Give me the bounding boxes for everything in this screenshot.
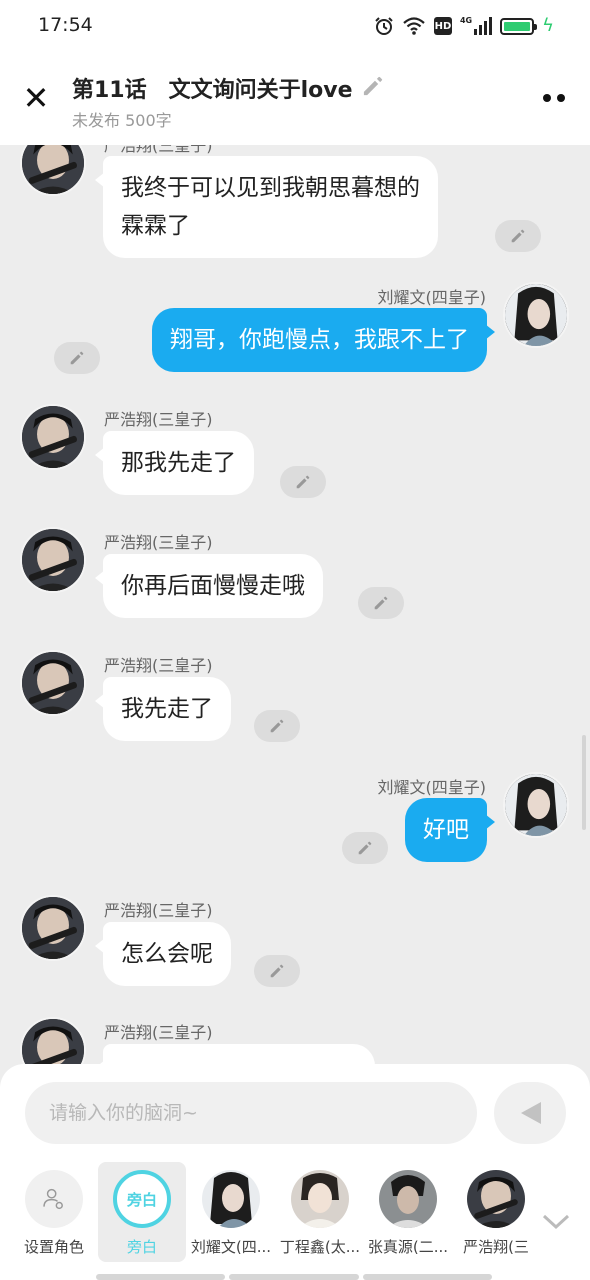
pencil-icon (70, 351, 84, 365)
pencil-icon (296, 475, 310, 489)
avatar (379, 1170, 437, 1228)
role-label: 旁白 (126, 1238, 157, 1256)
avatar (291, 1170, 349, 1228)
status-icons: HD 4G ϟ (374, 14, 554, 38)
avatar (467, 1170, 525, 1228)
send-icon (521, 1102, 541, 1124)
page-title: 第11话 文文询问关于love (72, 78, 353, 103)
avatar[interactable] (20, 1017, 86, 1070)
more-icon (557, 94, 565, 102)
avatar[interactable] (503, 772, 569, 838)
avatar[interactable] (20, 527, 86, 593)
role-label: 刘耀文(四... (190, 1238, 272, 1256)
sender-name: 严浩翔(三皇子) (104, 1023, 213, 1042)
role-character[interactable]: 张真源(二... (364, 1162, 452, 1262)
close-icon: ✕ (22, 79, 50, 117)
sender-name: 刘耀文(四皇子) (377, 288, 487, 307)
sender-name: 刘耀文(四皇子) (377, 778, 487, 797)
message-bubble[interactable]: 怎么会呢 (95, 922, 231, 986)
status-time: 17:54 (38, 14, 93, 36)
pencil-icon (270, 719, 284, 733)
message-bubble[interactable]: 好吧 (405, 798, 495, 862)
avatar[interactable] (503, 282, 569, 348)
send-button[interactable] (494, 1082, 566, 1144)
message-bubble[interactable]: 你再后面慢慢走哦 (95, 554, 323, 618)
message-bubble[interactable]: 我先走了 (95, 677, 231, 741)
avatar[interactable] (20, 895, 86, 961)
close-button[interactable]: ✕ (18, 80, 54, 116)
edit-message-button[interactable] (254, 710, 300, 742)
edit-message-button[interactable] (495, 220, 541, 252)
sender-name: 严浩翔(三皇子) (104, 410, 213, 429)
role-label: 丁程鑫(太... (279, 1238, 361, 1256)
scrollbar[interactable] (582, 735, 586, 830)
alarm-icon (375, 17, 393, 35)
network-label: 4G (459, 16, 473, 25)
role-narration[interactable]: 旁白 旁白 (98, 1162, 186, 1262)
battery-icon (500, 17, 538, 35)
more-button[interactable] (538, 86, 570, 110)
sender-name: 严浩翔(三皇子) (104, 901, 213, 920)
role-character[interactable]: 丁程鑫(太... (276, 1162, 364, 1262)
message-bubble[interactable]: 那我先走了 (95, 431, 254, 495)
role-label: 严浩翔(三 (463, 1238, 529, 1256)
avatar (202, 1170, 260, 1228)
role-label: 张真源(二... (367, 1238, 449, 1256)
role-character[interactable]: 刘耀文(四... (187, 1162, 275, 1262)
avatar[interactable] (20, 404, 86, 470)
message-bubble[interactable]: 我终于可以见到我朝思暮想的 霖霖了 (95, 156, 438, 258)
role-label: 设置角色 (23, 1238, 84, 1256)
role-character[interactable]: 严浩翔(三 (452, 1162, 540, 1262)
edit-message-button[interactable] (342, 832, 388, 864)
status-bar: 17:54 HD 4G ϟ (0, 0, 590, 52)
bottom-indicator (96, 1274, 492, 1280)
narration-badge: 旁白 (113, 1170, 171, 1228)
page-subtitle: 未发布 500字 (72, 111, 172, 130)
message-bubble[interactable]: 翔哥，你跑慢点，我跟不上了 (152, 308, 495, 372)
pencil-icon[interactable] (360, 73, 386, 99)
chevron-down-icon[interactable] (540, 1210, 572, 1232)
pencil-icon (270, 964, 284, 978)
more-icon (543, 94, 551, 102)
signal-4g-icon: 4G (459, 16, 493, 35)
composer-panel: 设置角色 旁白 旁白 刘耀文(四... 丁程鑫(太... 张真源(二... (0, 1064, 590, 1280)
message-input[interactable] (25, 1082, 477, 1144)
role-settings-icon (25, 1170, 83, 1228)
edit-message-button[interactable] (358, 587, 404, 619)
sender-name: 严浩翔(三皇子) (104, 533, 213, 552)
chat-area[interactable]: 严浩翔(三皇子) 我终于可以见到我朝思暮想的 霖霖了 刘耀文(四皇子) 翔哥，你… (0, 0, 590, 1070)
edit-message-button[interactable] (280, 466, 326, 498)
charging-icon: ϟ (542, 15, 554, 36)
sender-name: 严浩翔(三皇子) (104, 656, 213, 675)
pencil-icon (374, 596, 388, 610)
role-selector: 设置角色 旁白 旁白 刘耀文(四... 丁程鑫(太... 张真源(二... 严浩… (0, 1160, 590, 1272)
wifi-icon (403, 17, 425, 35)
header: ✕ 第11话 文文询问关于love 未发布 500字 (0, 60, 590, 140)
pencil-icon (358, 841, 372, 855)
hd-icon: HD (433, 17, 452, 35)
edit-message-button[interactable] (54, 342, 100, 374)
top-bar: 17:54 HD 4G ϟ ✕ 第11话 文文询问关于love 未发布 500字 (0, 0, 590, 145)
pencil-icon (511, 229, 525, 243)
battery-fill (504, 21, 531, 31)
avatar[interactable] (20, 650, 86, 716)
role-setup-button[interactable]: 设置角色 (10, 1162, 98, 1262)
edit-message-button[interactable] (254, 955, 300, 987)
